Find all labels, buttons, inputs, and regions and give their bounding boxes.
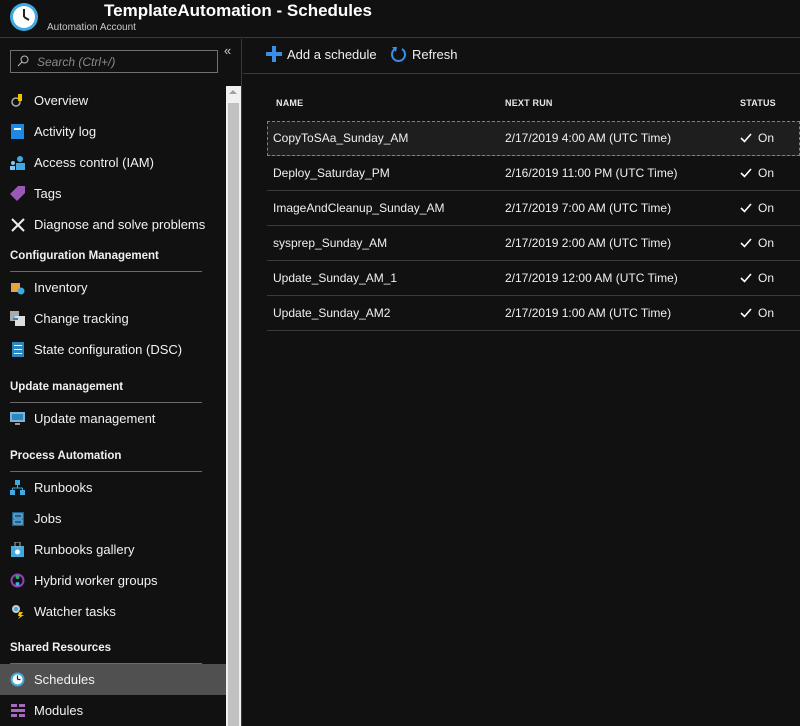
status-text: On [758,306,775,320]
section-process-automation: Process Automation [0,434,226,472]
search-icon [17,55,29,67]
schedule-status: On [740,271,774,285]
scroll-up-icon[interactable] [229,90,237,94]
sidebar: « Overview Activity log Access control (… [0,39,242,726]
column-header-status[interactable]: STATUS [740,98,776,108]
hybrid-icon [10,573,25,588]
search-box[interactable] [10,50,218,73]
iam-icon [10,155,25,170]
schedule-status: On [740,201,774,215]
schedule-name: sysprep_Sunday_AM [273,236,388,250]
dsc-icon [10,342,25,357]
modules-icon [10,703,25,718]
sidebar-item-hybrid-worker-groups[interactable]: Hybrid worker groups [0,565,226,596]
checkmark-icon [740,238,752,248]
schedule-status: On [740,236,774,250]
status-text: On [758,271,775,285]
schedule-name: CopyToSAa_Sunday_AM [273,131,409,145]
sidebar-item-tags[interactable]: Tags [0,178,226,209]
search-input[interactable] [37,53,215,71]
sidebar-item-change-tracking[interactable]: Change tracking [0,303,226,334]
sidebar-item-runbooks-gallery[interactable]: Runbooks gallery [0,534,226,565]
clock-icon [10,672,25,687]
sidebar-item-schedules[interactable]: Schedules [0,664,226,695]
schedule-next-run: 2/16/2019 11:00 PM (UTC Time) [505,166,678,180]
page-title: TemplateAutomation - Schedules [104,1,372,20]
schedules-table: NAME NEXT RUN STATUS CopyToSAa_Sunday_AM… [267,90,800,331]
sidebar-item-diagnose[interactable]: Diagnose and solve problems [0,209,226,240]
sidebar-item-iam[interactable]: Access control (IAM) [0,147,226,178]
watcher-icon [10,604,25,619]
schedule-status: On [740,131,774,145]
schedule-next-run: 2/17/2019 2:00 AM (UTC Time) [505,236,672,250]
table-row[interactable]: CopyToSAa_Sunday_AM 2/17/2019 4:00 AM (U… [267,121,800,156]
schedule-next-run: 2/17/2019 12:00 AM (UTC Time) [505,271,678,285]
toolbar: Add a schedule Refresh [243,39,800,74]
table-row[interactable]: Update_Sunday_AM2 2/17/2019 1:00 AM (UTC… [267,296,800,331]
sidebar-item-modules[interactable]: Modules [0,695,226,726]
table-row[interactable]: sysprep_Sunday_AM 2/17/2019 2:00 AM (UTC… [267,226,800,261]
sidebar-item-jobs[interactable]: Jobs [0,503,226,534]
status-text: On [758,131,775,145]
sidebar-item-dsc[interactable]: State configuration (DSC) [0,334,226,365]
schedule-next-run: 2/17/2019 7:00 AM (UTC Time) [505,201,672,215]
add-schedule-button[interactable]: Add a schedule [266,46,377,62]
monitor-icon [10,411,25,426]
schedule-status: On [740,166,774,180]
checkmark-icon [740,133,752,143]
table-header: NAME NEXT RUN STATUS [267,90,800,121]
checkmark-icon [740,168,752,178]
schedule-next-run: 2/17/2019 1:00 AM (UTC Time) [505,306,672,320]
sidebar-scrollbar[interactable] [226,86,241,726]
plus-icon [266,46,282,62]
table-row[interactable]: Deploy_Saturday_PM 2/16/2019 11:00 PM (U… [267,156,800,191]
section-update-management: Update management [0,365,226,403]
checkmark-icon [740,308,752,318]
sidebar-item-inventory[interactable]: Inventory [0,272,226,303]
change-tracking-icon [10,311,25,326]
refresh-button[interactable]: Refresh [390,46,458,63]
schedule-name: Update_Sunday_AM2 [273,306,391,320]
tag-icon [10,186,25,201]
schedule-status: On [740,306,774,320]
inventory-icon [10,280,25,295]
table-row[interactable]: Update_Sunday_AM_1 2/17/2019 12:00 AM (U… [267,261,800,296]
main-content: Add a schedule Refresh NAME NEXT RUN STA… [243,39,800,726]
sidebar-item-overview[interactable]: Overview [0,85,226,116]
sidebar-item-runbooks[interactable]: Runbooks [0,472,226,503]
column-header-next-run[interactable]: NEXT RUN [505,98,553,108]
status-text: On [758,201,775,215]
status-text: On [758,166,775,180]
sidebar-item-update-management[interactable]: Update management [0,403,226,434]
sidebar-nav: Overview Activity log Access control (IA… [0,85,226,726]
runbooks-icon [10,480,25,495]
scrollbar-thumb[interactable] [228,103,239,726]
column-header-name[interactable]: NAME [276,98,303,108]
section-shared-resources: Shared Resources [0,627,226,664]
collapse-sidebar-button[interactable]: « [224,43,231,58]
schedule-name: ImageAndCleanup_Sunday_AM [273,201,445,215]
table-row[interactable]: ImageAndCleanup_Sunday_AM 2/17/2019 7:00… [267,191,800,226]
section-configuration-management: Configuration Management [0,240,226,272]
clock-icon [10,3,38,31]
status-text: On [758,236,775,250]
gallery-icon [10,542,25,557]
checkmark-icon [740,273,752,283]
refresh-icon [391,47,406,62]
schedule-name: Update_Sunday_AM_1 [273,271,398,285]
sidebar-item-activity-log[interactable]: Activity log [0,116,226,147]
checkmark-icon [740,203,752,213]
sidebar-item-watcher-tasks[interactable]: Watcher tasks [0,596,226,627]
schedule-name: Deploy_Saturday_PM [273,166,390,180]
overview-icon [10,93,25,108]
page-subtitle: Automation Account [47,22,136,33]
activity-log-icon [10,124,25,139]
schedule-next-run: 2/17/2019 4:00 AM (UTC Time) [505,131,672,145]
blade-header: TemplateAutomation - Schedules Automatio… [0,0,800,38]
wrench-icon [10,217,25,232]
jobs-icon [10,511,25,526]
